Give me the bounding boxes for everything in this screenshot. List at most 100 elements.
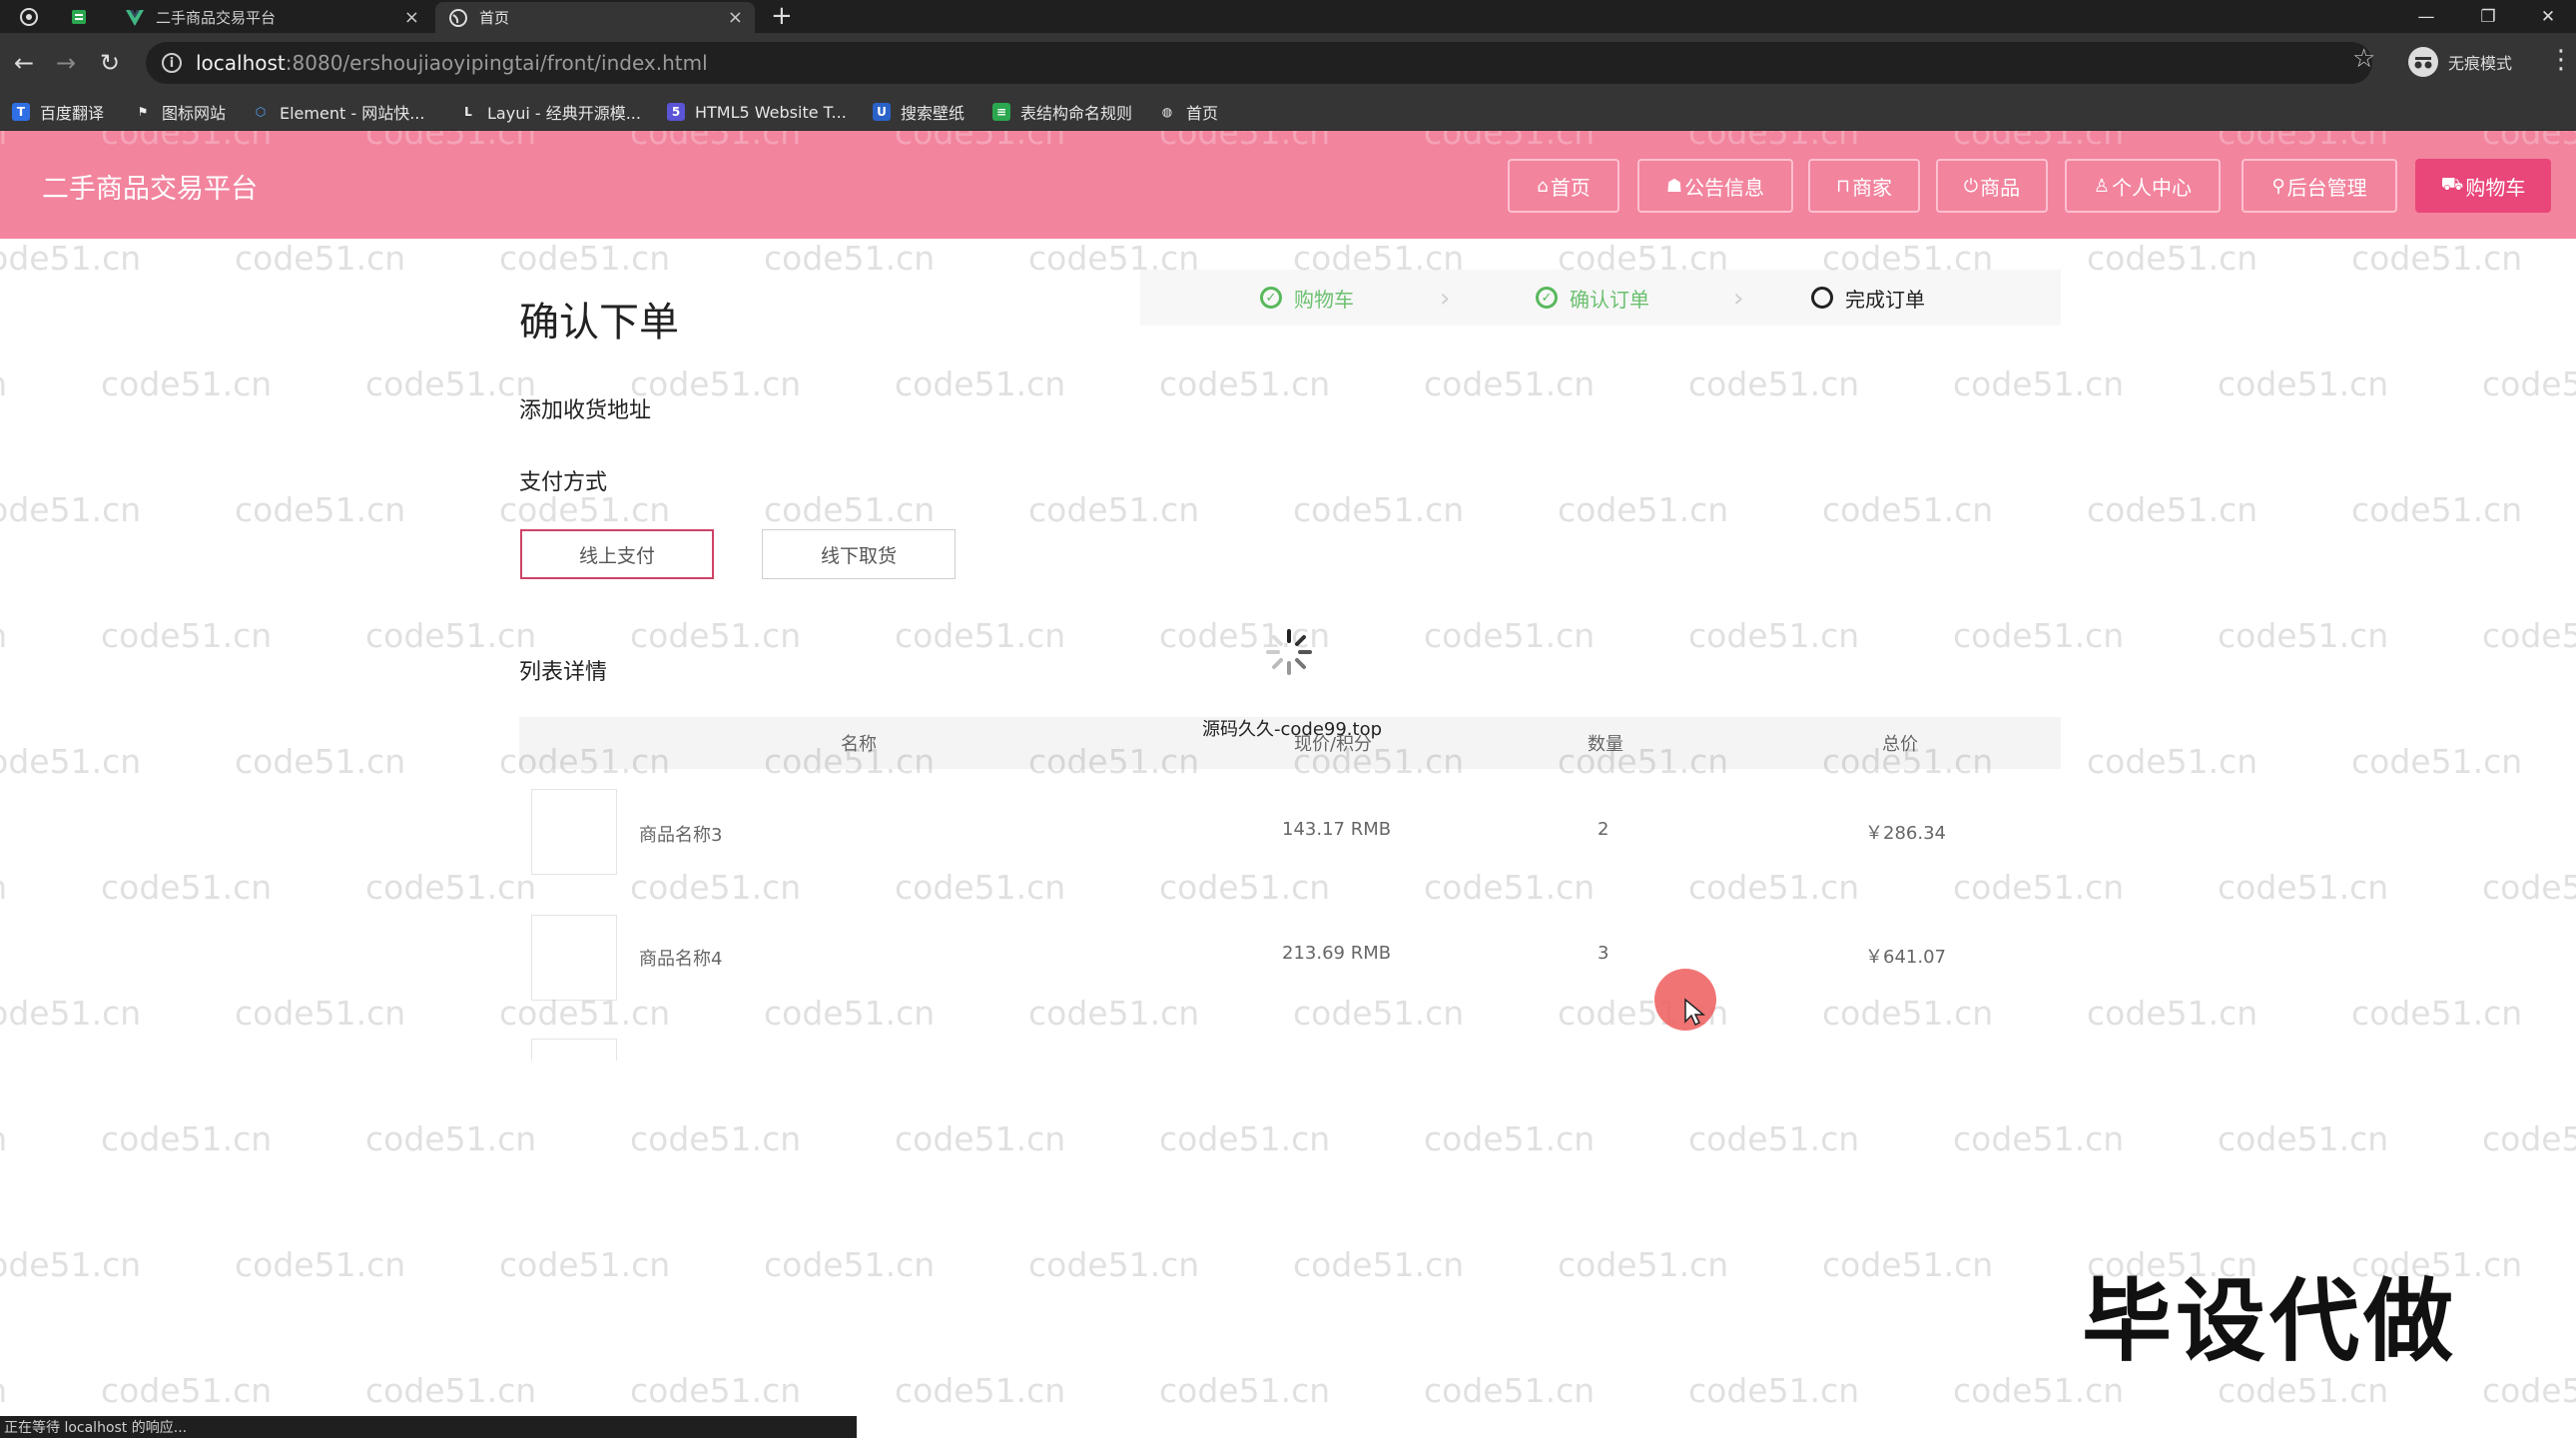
watermark-text: code51.cn: [1159, 1371, 1331, 1410]
nav-home-button[interactable]: ⌂ 首页: [1508, 159, 1619, 213]
watermark-text: code51.cn: [1028, 490, 1200, 529]
incognito-label: 无痕模式: [2448, 54, 2513, 73]
product-price: 213.69 RMB: [1282, 943, 1392, 964]
watermark-text: code51.cn: [2218, 364, 2389, 403]
tab-home[interactable]: 首页 ×: [435, 2, 755, 33]
nav-notice-button[interactable]: ☗ 公告信息: [1637, 159, 1793, 213]
url-host: localhost: [196, 51, 286, 75]
watermark-text: code51.cn: [2351, 742, 2523, 781]
address-bar[interactable]: i localhost :8080/ershoujiaoyipingtai/fr…: [146, 42, 2372, 84]
watermark-row: code51.cncode51.cncode51.cncode51.cncode…: [0, 1119, 2576, 1158]
check-circle-icon: ✓: [1260, 287, 1282, 309]
nav-shop-button[interactable]: ⊓ 商家: [1808, 159, 1920, 213]
nav-profile-button[interactable]: ♙ 个人中心: [2065, 159, 2221, 213]
new-tab-icon[interactable]: +: [771, 2, 793, 30]
watermark-text: code51.cn: [1293, 1245, 1465, 1284]
tab-platform[interactable]: 二手商品交易平台 ×: [112, 2, 431, 33]
watermark-text: code51.cn: [764, 490, 936, 529]
product-name[interactable]: 商品名称3: [639, 821, 722, 847]
nav-cart-button[interactable]: ⛟ 购物车: [2415, 159, 2551, 213]
bookmark-star-icon[interactable]: ☆: [2352, 44, 2375, 74]
bookmark-item[interactable]: 5 HTML5 Website T...: [667, 93, 847, 131]
add-address-link[interactable]: 添加收货地址: [519, 392, 651, 424]
pinned-tab-sheet-icon[interactable]: [66, 5, 92, 29]
watermark-text: code51.cn: [2087, 239, 2258, 278]
watermark-text: code51.cn: [2482, 364, 2576, 403]
forward-icon[interactable]: →: [48, 45, 84, 81]
list-details-label: 列表详情: [519, 660, 608, 685]
product-name[interactable]: 商品名称4: [639, 945, 722, 971]
window-close-icon[interactable]: ✕: [2518, 0, 2576, 33]
watermark-text: code51.cn: [235, 994, 406, 1033]
watermark-text: code51.cn: [1822, 1245, 1994, 1284]
html5-icon: 5: [667, 103, 685, 121]
bookmark-item[interactable]: L Layui - 经典开源模...: [459, 93, 641, 131]
watermark-text: code51.cn: [1293, 490, 1465, 529]
watermark-text: code51.cn: [0, 364, 101, 403]
power-icon: ⏻: [1963, 175, 1979, 197]
browser-tab-bar: 二手商品交易平台 × 首页 × + — ❐ ✕: [0, 0, 2576, 33]
watermark-text: code51.cn: [895, 1371, 1066, 1410]
loading-spinner-icon: [1266, 629, 1312, 675]
watermark-text: code51.cn: [0, 490, 142, 529]
watermark-text: code51.cn: [365, 1371, 537, 1410]
watermark-text: code51.cn: [1953, 616, 2125, 655]
watermark-text: code51.cn: [235, 742, 406, 781]
product-qty: 2: [1598, 819, 1610, 840]
bookmark-item[interactable]: ◍ 首页: [1158, 93, 1218, 131]
step-cart: ✓ 购物车: [1260, 270, 1354, 326]
back-icon[interactable]: ←: [6, 45, 42, 81]
product-thumbnail[interactable]: [531, 915, 617, 1001]
pinned-tab-chrome-icon[interactable]: [16, 5, 42, 29]
watermark-text: code51.cn: [1953, 364, 2125, 403]
vue-icon: [126, 9, 144, 27]
pay-online-button[interactable]: 线上支付: [520, 529, 714, 579]
bookmark-item[interactable]: U 搜索壁纸: [873, 93, 965, 131]
product-thumbnail[interactable]: [531, 789, 617, 875]
restore-icon[interactable]: ❐: [2458, 0, 2518, 33]
close-tab-icon[interactable]: ×: [728, 7, 743, 28]
watermark-text: code51.cn: [0, 868, 101, 907]
step-arrow-icon: ›: [1440, 284, 1451, 314]
bookmark-item[interactable]: ⚑ 图标网站: [134, 93, 226, 131]
watermark-text: code51.cn: [1159, 1119, 1331, 1158]
incognito-indicator[interactable]: 无痕模式: [2408, 44, 2512, 80]
browser-status-bar: 正在等待 localhost 的响应...: [0, 1416, 857, 1438]
product-thumbnail-partial: [531, 1039, 617, 1061]
user-icon: ♙: [2093, 175, 2111, 197]
browser-menu-icon[interactable]: ⋮: [2548, 45, 2574, 75]
close-tab-icon[interactable]: ×: [404, 7, 419, 28]
watermark-text: code51.cn: [0, 994, 142, 1033]
pay-offline-button[interactable]: 线下取货: [762, 529, 956, 579]
payment-method-label: 支付方式: [519, 470, 608, 495]
flag-icon: ⚑: [137, 105, 149, 119]
table-row: 商品名称3 143.17 RMB 2 ￥286.34: [519, 769, 2061, 895]
watermark-text: code51.cn: [630, 1119, 802, 1158]
watermark-text: code51.cn: [2351, 994, 2523, 1033]
watermark-text: code51.cn: [2218, 616, 2389, 655]
browser-toolbar: ← → ↻ i localhost :8080/ershoujiaoyiping…: [0, 33, 2576, 93]
watermark-text: code51.cn: [1424, 1119, 1596, 1158]
nav-goods-button[interactable]: ⏻ 商品: [1936, 159, 2048, 213]
nav-admin-button[interactable]: ⚲ 后台管理: [2242, 159, 2397, 213]
watermark-text: code51.cn: [895, 364, 1066, 403]
watermark-text: code51.cn: [1424, 1371, 1596, 1410]
bookmark-item[interactable]: ≡ 表结构命名规则: [992, 93, 1132, 131]
minimize-icon[interactable]: —: [2396, 0, 2456, 33]
watermark-text: code51.cn: [1688, 1371, 1860, 1410]
watermark-text: code51.cn: [101, 616, 273, 655]
watermark-text: code51.cn: [630, 1371, 802, 1410]
bookmark-item[interactable]: T 百度翻译: [12, 93, 104, 131]
site-info-icon[interactable]: i: [162, 53, 182, 73]
bookmarks-bar: T 百度翻译 ⚑ 图标网站 ⬡ Element - 网站快... L Layui…: [0, 93, 2576, 131]
watermark-text: code51.cn: [101, 1371, 273, 1410]
site-title[interactable]: 二手商品交易平台: [42, 167, 258, 206]
watermark-text: code51.cn: [2218, 1119, 2389, 1158]
watermark-text: code51.cn: [1822, 490, 1994, 529]
watermark-text: code51.cn: [764, 1245, 936, 1284]
watermark-text: code51.cn: [2218, 868, 2389, 907]
watermark-text: code51.cn: [235, 239, 406, 278]
bookmark-item[interactable]: ⬡ Element - 网站快...: [252, 93, 425, 131]
reload-icon[interactable]: ↻: [92, 45, 128, 81]
watermark-text: code51.cn: [0, 1371, 101, 1410]
